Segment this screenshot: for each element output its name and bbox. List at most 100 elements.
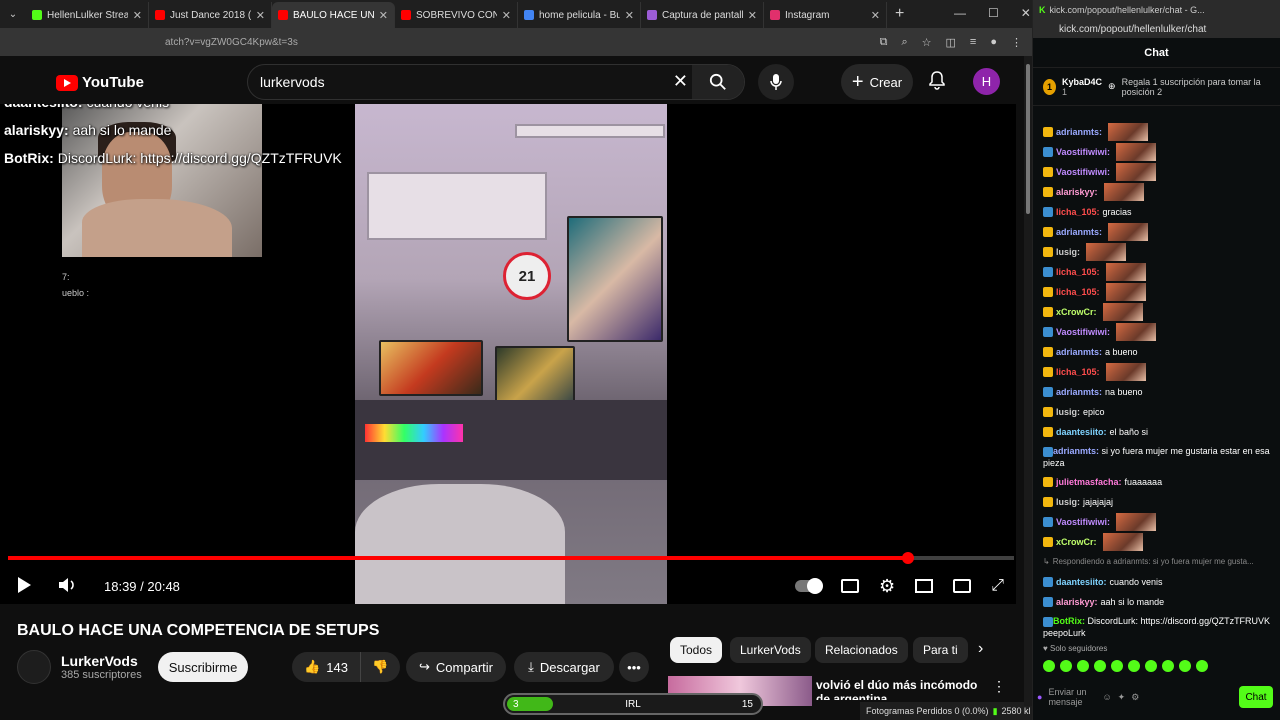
tab-close-icon[interactable]: ✕ <box>625 9 634 22</box>
browser-tab[interactable]: Just Dance 2018 (Uni ✕ <box>149 2 272 28</box>
minimize-icon[interactable]: — <box>954 6 966 20</box>
chat-username[interactable]: alariskyy: <box>1056 592 1098 612</box>
chat-username[interactable]: licha_105: <box>1056 362 1100 382</box>
search-box[interactable]: lurkervods ✕ <box>247 64 745 100</box>
channel-name[interactable]: LurkerVods <box>61 653 142 669</box>
settings-gear-icon[interactable]: ⚙ <box>879 576 895 597</box>
chat-username[interactable]: adrianmts: <box>1056 122 1102 142</box>
emote-icon[interactable] <box>1162 660 1174 672</box>
clear-search-icon[interactable]: ✕ <box>673 71 688 92</box>
media-icon[interactable]: ≡ <box>970 36 976 49</box>
chips-next-icon[interactable]: › <box>978 640 983 658</box>
recommended-more-icon[interactable]: ⋮ <box>992 678 1006 695</box>
chat-username[interactable]: Vaostifiwiwi: <box>1056 512 1110 532</box>
zoom-icon[interactable]: ⌕ <box>901 36 907 49</box>
chat-username[interactable]: Vaostifiwiwi: <box>1056 142 1110 162</box>
video-progress-bar[interactable] <box>8 552 1014 564</box>
emote-icon[interactable] <box>1043 660 1055 672</box>
subscribe-button[interactable]: Suscribirme <box>158 652 248 682</box>
filter-chip[interactable]: Para ti <box>913 637 968 663</box>
extensions-icon[interactable]: ◫ <box>946 36 956 49</box>
notifications-bell-icon[interactable] <box>928 70 946 95</box>
maximize-icon[interactable]: ☐ <box>988 6 999 20</box>
chat-username[interactable]: adrianmts: <box>1056 222 1102 242</box>
emote-icon[interactable] <box>1094 660 1106 672</box>
chat-username[interactable]: lusig: <box>1056 242 1080 262</box>
settings-icon[interactable]: ⚙ <box>1131 692 1139 703</box>
filter-chip[interactable]: LurkerVods <box>730 637 811 663</box>
cast-icon[interactable] <box>953 579 972 593</box>
chat-username[interactable]: licha_105: <box>1056 202 1100 222</box>
search-button[interactable] <box>692 65 744 99</box>
emote-icon[interactable] <box>1179 660 1191 672</box>
tab-close-icon[interactable]: ✕ <box>871 9 880 22</box>
chat-username[interactable]: daantesiito: <box>1056 422 1107 442</box>
emoji-icon[interactable]: ☺ <box>1102 692 1111 702</box>
chat-username[interactable]: licha_105: <box>1056 262 1100 282</box>
emote-icon[interactable] <box>1111 660 1123 672</box>
chat-username[interactable]: adrianmts: <box>1056 342 1102 362</box>
filter-chip[interactable]: Relacionados <box>815 637 908 663</box>
install-icon[interactable]: ⧉ <box>880 36 888 49</box>
chat-username[interactable]: lusig: <box>1056 492 1080 512</box>
channel-avatar[interactable] <box>17 650 51 684</box>
tab-close-icon[interactable]: ✕ <box>502 9 511 22</box>
autoplay-toggle[interactable] <box>795 578 824 594</box>
video-player[interactable]: 7: ueblo : 21 Vaostifiwiwi:xCrowCr:daant… <box>0 104 1016 604</box>
browser-tab[interactable]: Captura de pantalla p ✕ <box>641 2 764 28</box>
chat-username[interactable]: julietmasfacha: <box>1056 472 1122 492</box>
mic-icon[interactable]: ● <box>1037 692 1042 702</box>
close-icon[interactable]: ✕ <box>1021 6 1031 20</box>
chat-username[interactable]: xCrowCr: <box>1056 302 1097 322</box>
chat-username[interactable]: Vaostifiwiwi: <box>1056 162 1110 182</box>
browser-tab[interactable]: HellenLulker Stream - ✕ <box>26 2 149 28</box>
chat-message-input[interactable]: Enviar un mensaje <box>1048 687 1096 707</box>
download-button[interactable]: ⤓ Descargar <box>514 652 614 682</box>
profile-icon[interactable]: ● <box>990 36 997 49</box>
chat-username[interactable]: licha_105: <box>1056 282 1100 302</box>
create-button[interactable]: + Crear <box>841 64 913 100</box>
tab-close-icon[interactable]: ✕ <box>256 9 265 22</box>
gift-icon[interactable]: ✦ <box>1118 692 1126 703</box>
fullscreen-icon[interactable]: ⤢ <box>991 577 1004 595</box>
chat-username[interactable]: BotRix: <box>1053 616 1085 626</box>
dislike-button[interactable]: 👎 <box>360 652 400 682</box>
kick-url-bar[interactable]: kick.com/popout/hellenlulker/chat <box>1033 20 1280 38</box>
emote-icon[interactable] <box>1196 660 1208 672</box>
tab-close-icon[interactable]: ✕ <box>133 9 142 22</box>
account-avatar[interactable]: H <box>973 68 1000 95</box>
chat-username[interactable]: adrianmts: <box>1056 382 1102 402</box>
voice-search-button[interactable] <box>758 64 794 100</box>
search-input[interactable]: lurkervods <box>260 74 325 90</box>
youtube-logo[interactable]: YouTube <box>56 74 144 91</box>
miniplayer-icon[interactable] <box>915 579 934 593</box>
star-icon[interactable]: ☆ <box>922 36 932 49</box>
like-button[interactable]: 👍 143 <box>292 652 360 682</box>
chat-username[interactable]: daantesiito: <box>1056 572 1107 592</box>
scrollbar-thumb[interactable] <box>1026 64 1030 214</box>
chat-username[interactable]: Vaostifiwiwi: <box>1056 322 1110 342</box>
filter-chip[interactable]: Todos <box>670 637 723 663</box>
page-scrollbar[interactable] <box>1024 56 1032 706</box>
browser-tab[interactable]: SOBREVIVO CON 1 D ✕ <box>395 2 518 28</box>
browser-tab[interactable]: BAULO HACE UN ✕ <box>272 2 395 28</box>
address-bar[interactable]: atch?v=vgZW0GC4Kpw&t=3s ⧉ ⌕ ☆ ◫ ≡ ● ⋮ <box>0 28 1032 56</box>
recommended-title[interactable]: volvió el dúo más incómodo de argentina <box>816 678 986 700</box>
url-text[interactable]: atch?v=vgZW0GC4Kpw&t=3s <box>165 37 298 48</box>
share-button[interactable]: ↪ Compartir <box>406 652 506 682</box>
play-button[interactable] <box>16 576 32 597</box>
emote-icon[interactable] <box>1060 660 1072 672</box>
send-chat-button[interactable]: Chat <box>1239 686 1273 708</box>
chat-username[interactable]: xCrowCr: <box>1056 532 1097 552</box>
chat-username[interactable]: lusig: <box>1056 402 1080 422</box>
tab-close-icon[interactable]: ✕ <box>748 9 757 22</box>
browser-tab[interactable]: Instagram ✕ <box>764 2 887 28</box>
pinned-gift-banner[interactable]: 1 KybaD4C 1 ⊕ Regala 1 suscripción para … <box>1033 68 1280 106</box>
emote-icon[interactable] <box>1145 660 1157 672</box>
more-actions-button[interactable]: ••• <box>619 652 649 682</box>
tab-menu-icon[interactable]: ⌄ <box>0 9 26 20</box>
volume-button[interactable] <box>58 576 78 597</box>
emote-icon[interactable] <box>1077 660 1089 672</box>
chat-username[interactable]: alariskyy: <box>1056 182 1098 202</box>
subtitles-icon[interactable] <box>841 579 860 593</box>
